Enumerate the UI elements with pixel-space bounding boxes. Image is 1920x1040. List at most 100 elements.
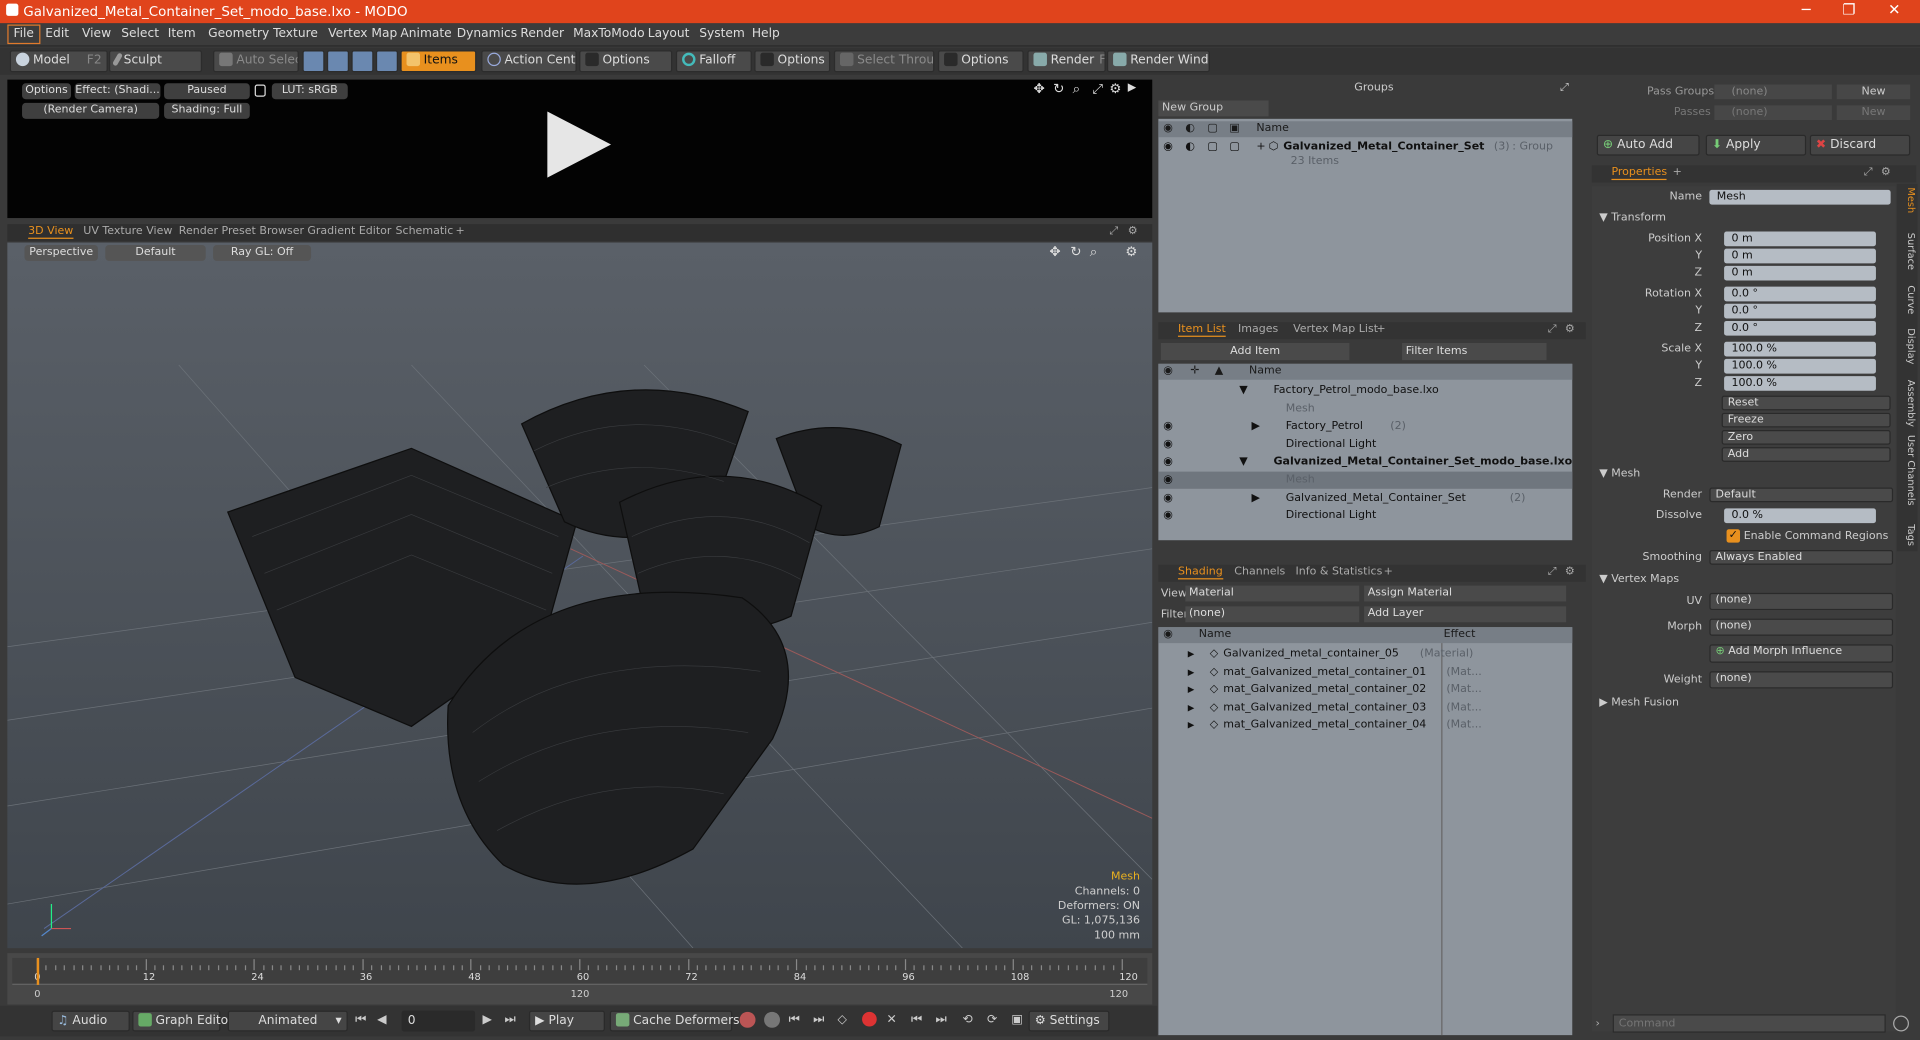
edges-mode-button[interactable] <box>326 50 349 73</box>
close-button[interactable]: ✕ <box>1876 1 1913 18</box>
maximize-icon[interactable]: ⤢ <box>1109 225 1118 237</box>
item-list-row[interactable]: ◉ Mesh <box>1158 471 1573 489</box>
discard-button[interactable]: ✖ Discard <box>1809 134 1911 156</box>
item-list-row[interactable]: ◉ ▼ Galvanized_Metal_Container_Set_modo_ba… <box>1158 454 1572 471</box>
shader-row[interactable]: ▶ ◇ mat_Galvanized_metal_container_02 (Mat.… <box>1158 681 1482 698</box>
maximize-icon[interactable]: ⤢ <box>1548 323 1557 335</box>
tab-shading[interactable]: Shading <box>1177 566 1223 580</box>
gear-icon[interactable]: ⚙ <box>1565 323 1575 335</box>
collapse-arrow-icon[interactable]: ▼ <box>1239 454 1247 471</box>
filter-items-input[interactable]: Filter Items <box>1402 343 1547 361</box>
menu-select[interactable]: Select <box>121 27 159 40</box>
polygons-mode-button[interactable] <box>351 50 374 73</box>
key-icon[interactable] <box>739 1011 756 1028</box>
shader-row[interactable]: ▶ ◇ mat_Galvanized_metal_container_04 (Mat.… <box>1158 717 1482 734</box>
play-button[interactable]: ▶ Play <box>528 1010 605 1032</box>
gear-icon[interactable]: ⚙ <box>1109 81 1121 97</box>
maximize-icon[interactable]: ⤢ <box>1092 81 1103 98</box>
side-tab-mesh[interactable]: Mesh <box>1899 187 1916 213</box>
passes-dropdown[interactable]: (none) <box>1714 105 1832 121</box>
side-tab-assembly[interactable]: Assembly <box>1899 380 1916 427</box>
select-icon[interactable]: ▢ <box>1229 138 1239 155</box>
next-frame-icon[interactable]: ⏭ <box>936 1013 947 1026</box>
shading-dropdown[interactable]: Shading: Full <box>164 102 250 119</box>
shader-row[interactable]: ▶ ◇ Galvanized_metal_container_05 (Material… <box>1158 646 1474 663</box>
loop-icon[interactable]: ⟲ <box>962 1013 972 1026</box>
range-icon[interactable]: ▣ <box>1011 1013 1023 1026</box>
settings-button[interactable]: ⚙ Settings <box>1028 1010 1110 1032</box>
render-button[interactable]: Render F9 <box>1027 50 1106 73</box>
tab-add[interactable]: + <box>1673 167 1682 179</box>
eye-icon[interactable]: ◉ <box>1163 436 1173 453</box>
restore-button[interactable]: ❐ <box>1831 1 1868 18</box>
record-options-icon[interactable]: ✕ <box>887 1013 897 1026</box>
side-tab-user-channels[interactable]: User Channels <box>1899 435 1916 506</box>
command-history-icon[interactable] <box>1893 1015 1909 1032</box>
item-list-row[interactable]: ◉ Directional Light <box>1158 436 1572 453</box>
step-forward-icon[interactable]: ▶ <box>482 1013 491 1026</box>
tab-images[interactable]: Images <box>1238 323 1278 335</box>
tab-info-statistics[interactable]: Info & Statistics <box>1296 566 1383 578</box>
add-morph-influence-button[interactable]: ⊕ Add Morph Influence <box>1709 644 1894 663</box>
maximize-icon[interactable]: ⤢ <box>1560 82 1569 94</box>
tab-schematic[interactable]: Schematic <box>396 225 454 237</box>
pass-new-button[interactable]: New <box>1836 84 1911 100</box>
tab-render-preset-browser[interactable]: Render Preset Browser <box>179 225 304 237</box>
tab-add[interactable]: + <box>1376 323 1385 335</box>
move-icon[interactable]: ✥ <box>1033 81 1044 97</box>
items-mode-button[interactable]: Items <box>400 50 477 73</box>
maximize-icon[interactable]: ⤢ <box>1864 167 1873 179</box>
next-key-icon[interactable]: ⏭ <box>813 1013 824 1026</box>
smoothing-dropdown[interactable]: Always Enabled <box>1709 550 1894 565</box>
step-back-icon[interactable]: ◀ <box>377 1013 386 1026</box>
mesh-section[interactable]: ▼ Mesh <box>1599 468 1640 480</box>
tab-add[interactable]: + <box>456 225 465 237</box>
falloff-options[interactable]: Options <box>754 50 831 73</box>
reset-dropdown[interactable]: Reset <box>1721 395 1891 411</box>
render-dropdown[interactable]: Default <box>1709 487 1894 503</box>
shader-row[interactable]: ▶ ◇ mat_Galvanized_metal_container_01 (Mat.… <box>1158 663 1482 680</box>
menu-geometry[interactable]: Geometry <box>208 27 269 40</box>
record-icon[interactable] <box>862 1011 877 1027</box>
shader-row[interactable]: ▶ ◇ mat_Galvanized_metal_container_03 (Mat.… <box>1158 699 1482 716</box>
item-list-row[interactable]: ▼ Factory_Petrol_modo_base.lxo <box>1158 382 1572 399</box>
action-center-options[interactable]: Options <box>579 50 673 73</box>
3d-viewport[interactable]: Perspective Default Ray GL: Off ✥ ↻ ⌕ ⚙ … <box>7 242 1153 949</box>
menu-edit[interactable]: Edit <box>45 27 69 40</box>
expand-icon[interactable]: + <box>1256 138 1265 155</box>
menu-dynamics[interactable]: Dynamics <box>457 27 517 40</box>
add-dropdown[interactable]: Add <box>1721 447 1891 462</box>
render-window-button[interactable]: Render Window <box>1106 50 1210 73</box>
expand-arrow-icon[interactable]: ▶ <box>1251 418 1259 435</box>
play-icon[interactable] <box>547 111 612 178</box>
uv-dropdown[interactable]: (none) <box>1709 592 1894 611</box>
graph-editor-button[interactable]: Graph Editor <box>132 1010 233 1032</box>
gear-icon[interactable]: ⚙ <box>1881 167 1891 179</box>
scale-z-field[interactable]: 100.0 % <box>1724 376 1876 391</box>
scale-x-field[interactable]: 100.0 % <box>1724 341 1876 357</box>
vertex-maps-section[interactable]: ▼ Vertex Maps <box>1599 573 1679 585</box>
eye-icon[interactable]: ◉ <box>1163 507 1173 524</box>
apply-button[interactable]: ⬇ Apply <box>1705 134 1807 156</box>
eye-icon[interactable]: ◉ <box>1163 138 1173 155</box>
arrow-right-icon[interactable]: ▶ <box>1128 82 1136 94</box>
rotate-icon[interactable]: ↻ <box>1053 81 1064 97</box>
add-item-dropdown[interactable]: Add Item <box>1160 343 1350 361</box>
render-toggle-icon[interactable]: ◐ <box>1185 138 1195 155</box>
pass-groups-dropdown[interactable]: (none) <box>1714 84 1832 100</box>
transform-section[interactable]: ▼ Transform <box>1599 212 1666 224</box>
side-tab-curve[interactable]: Curve <box>1899 285 1916 314</box>
auto-select-button[interactable]: Auto Select <box>213 50 299 73</box>
tab-channels[interactable]: Channels <box>1234 566 1285 578</box>
passes-new-button[interactable]: New <box>1836 105 1911 121</box>
collapse-arrow-icon[interactable]: ▼ <box>1239 382 1247 399</box>
minimize-button[interactable]: ─ <box>1788 1 1825 18</box>
new-group-button[interactable]: New Group <box>1158 100 1269 117</box>
shader-tree[interactable]: ◉ Name Effect ▶ ◇ Galvanized_metal_contain… <box>1158 627 1573 1036</box>
camera-dropdown[interactable]: (Render Camera) <box>22 102 160 119</box>
vertices-mode-button[interactable] <box>302 50 325 73</box>
view-dropdown[interactable]: Material <box>1185 585 1360 602</box>
cache-deformers-button[interactable]: Cache Deformers <box>609 1010 740 1032</box>
item-list-row[interactable]: ◉ Directional Light <box>1158 507 1572 524</box>
eye-icon[interactable]: ◉ <box>1163 472 1173 489</box>
